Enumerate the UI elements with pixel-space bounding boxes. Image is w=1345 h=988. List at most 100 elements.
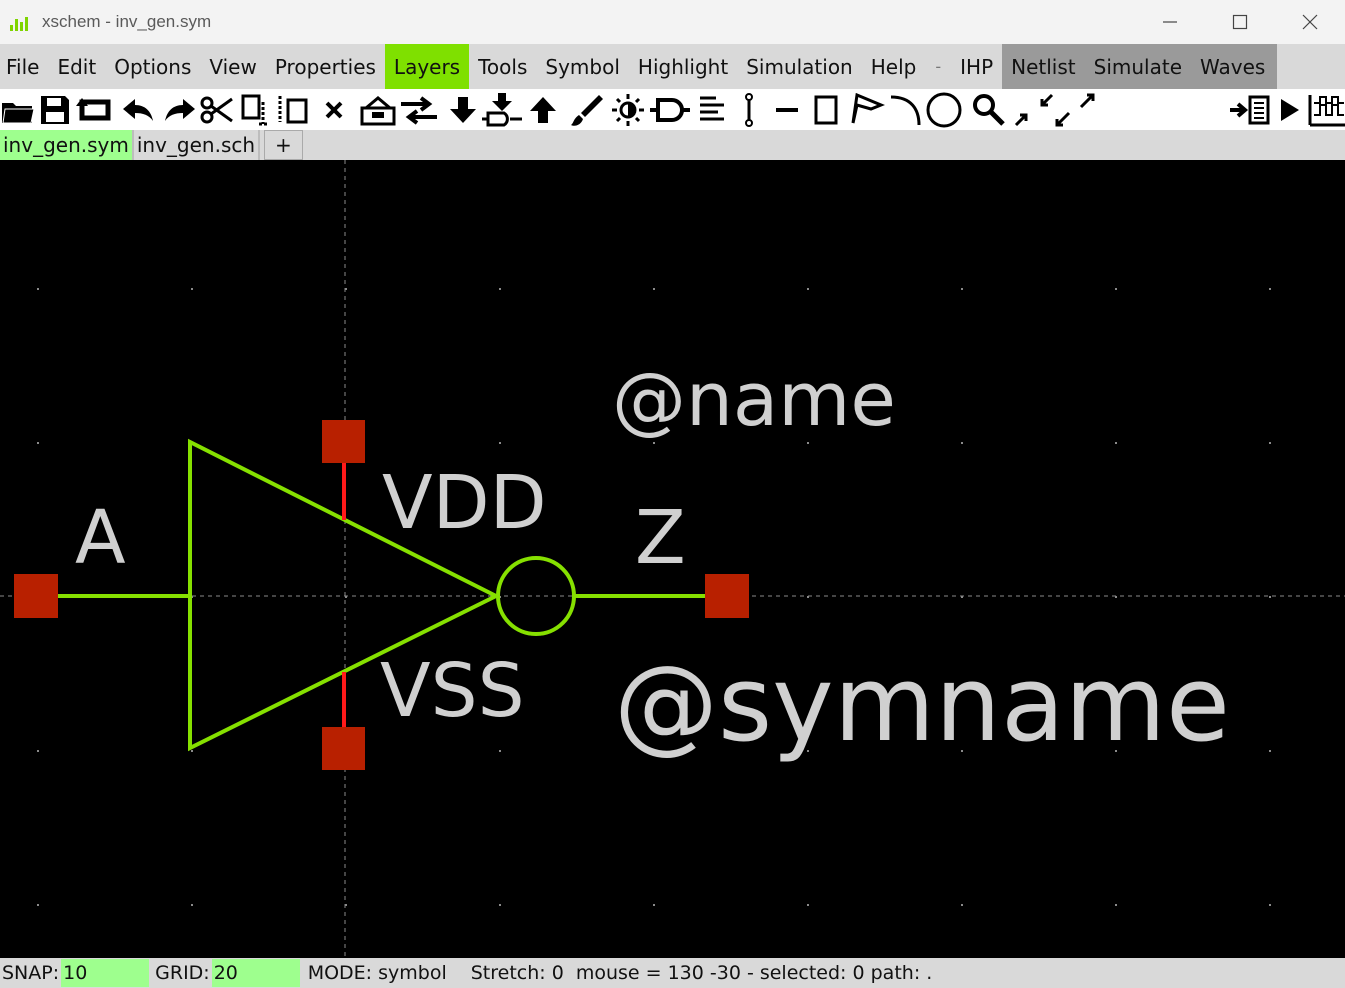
menu-symbol[interactable]: Symbol bbox=[536, 44, 629, 89]
rect-icon[interactable] bbox=[810, 93, 842, 127]
schematic-drawing[interactable]: A Z VDD VSS @name @symname bbox=[0, 160, 1345, 958]
save-icon[interactable] bbox=[37, 93, 73, 127]
paint-brush-icon[interactable] bbox=[567, 93, 607, 127]
close-icon[interactable] bbox=[1275, 0, 1345, 44]
simulate-icon[interactable] bbox=[1274, 93, 1304, 127]
ascend-icon[interactable] bbox=[526, 93, 560, 127]
align-icon[interactable] bbox=[694, 93, 728, 127]
wire-icon[interactable] bbox=[735, 93, 763, 127]
waves-button[interactable]: Waves bbox=[1191, 44, 1278, 89]
name-attribute-label[interactable]: @name bbox=[612, 357, 896, 443]
pin-a-label[interactable]: A bbox=[75, 495, 126, 581]
snap-input[interactable]: 10 bbox=[61, 959, 150, 987]
push-icon[interactable] bbox=[358, 93, 398, 127]
grid-dot bbox=[499, 904, 501, 906]
grid-dot bbox=[807, 904, 809, 906]
grid-dot bbox=[961, 904, 963, 906]
grid-dot bbox=[1269, 288, 1271, 290]
menu-separator[interactable]: - bbox=[925, 44, 951, 89]
insert-pin-icon[interactable] bbox=[650, 93, 690, 127]
pin-vss-box[interactable] bbox=[322, 727, 365, 770]
menu-view[interactable]: View bbox=[200, 44, 265, 89]
arc-icon[interactable] bbox=[888, 93, 924, 127]
grid-dot bbox=[1115, 904, 1117, 906]
line-icon[interactable] bbox=[772, 93, 802, 127]
grid-dot bbox=[1269, 904, 1271, 906]
open-folder-icon[interactable] bbox=[0, 93, 36, 127]
grid-dot bbox=[191, 288, 193, 290]
mode-status: MODE: symbol bbox=[307, 962, 447, 984]
cut-icon[interactable] bbox=[199, 93, 235, 127]
menu-help[interactable]: Help bbox=[862, 44, 926, 89]
add-tab-button[interactable]: + bbox=[264, 130, 303, 160]
grid-dot bbox=[653, 288, 655, 290]
menu-options[interactable]: Options bbox=[105, 44, 200, 89]
grid-label: GRID: bbox=[155, 962, 210, 984]
minimize-icon[interactable] bbox=[1135, 0, 1205, 44]
grid-dot bbox=[37, 442, 39, 444]
symname-attribute-label[interactable]: @symname bbox=[614, 643, 1230, 765]
redo-icon[interactable] bbox=[160, 93, 198, 127]
grid-dot bbox=[499, 288, 501, 290]
descend-symbol-icon[interactable] bbox=[482, 93, 522, 127]
menu-simulation[interactable]: Simulation bbox=[737, 44, 862, 89]
menu-layers[interactable]: Layers bbox=[384, 44, 470, 89]
stretch-status: Stretch: 0 bbox=[470, 962, 564, 984]
tab-inv-gen-sym[interactable]: inv_gen.sym bbox=[0, 130, 134, 160]
menu-edit[interactable]: Edit bbox=[48, 44, 105, 89]
menu-ihp[interactable]: IHP bbox=[951, 44, 1002, 89]
grid-dot bbox=[807, 288, 809, 290]
zoom-icon[interactable] bbox=[970, 93, 1008, 127]
menu-properties[interactable]: Properties bbox=[266, 44, 385, 89]
maximize-icon[interactable] bbox=[1205, 0, 1275, 44]
grid-input[interactable]: 20 bbox=[211, 959, 300, 987]
pin-z-box[interactable] bbox=[705, 574, 749, 618]
snap-label: SNAP: bbox=[2, 962, 60, 984]
zoom-in-icon[interactable] bbox=[1014, 93, 1054, 127]
grid-dot bbox=[499, 442, 501, 444]
pin-a-box[interactable] bbox=[14, 574, 58, 618]
pin-vdd-label[interactable]: VDD bbox=[382, 460, 547, 546]
grid-dot bbox=[1115, 442, 1117, 444]
menu-file[interactable]: File bbox=[0, 44, 48, 89]
netlist-icon[interactable] bbox=[1229, 93, 1271, 127]
schematic-canvas[interactable]: A Z VDD VSS @name @symname bbox=[0, 160, 1345, 958]
mouse-status: mouse = 130 -30 - selected: 0 path: . bbox=[575, 962, 933, 984]
zoom-full-icon[interactable] bbox=[1055, 93, 1095, 127]
grid-dot bbox=[191, 750, 193, 752]
grid-dot bbox=[1269, 442, 1271, 444]
swap-icon[interactable] bbox=[399, 93, 439, 127]
grid-dot bbox=[37, 750, 39, 752]
copy-icon[interactable] bbox=[236, 93, 272, 127]
reload-icon[interactable] bbox=[75, 93, 115, 127]
pin-vdd-box[interactable] bbox=[322, 420, 365, 463]
move-icon[interactable] bbox=[275, 93, 313, 127]
grid-dot bbox=[37, 904, 39, 906]
pin-vss-label[interactable]: VSS bbox=[380, 648, 525, 734]
xschem-logo-icon bbox=[10, 13, 36, 31]
menu-bar: File Edit Options View Properties Layers… bbox=[0, 44, 1345, 89]
grid-dot bbox=[653, 904, 655, 906]
delete-icon[interactable] bbox=[318, 93, 350, 127]
netlist-button[interactable]: Netlist bbox=[1002, 44, 1085, 89]
grid-dot bbox=[1269, 750, 1271, 752]
undo-icon[interactable] bbox=[120, 93, 158, 127]
menu-highlight[interactable]: Highlight bbox=[629, 44, 737, 89]
tab-inv-gen-sch[interactable]: inv_gen.sch bbox=[133, 130, 261, 160]
grid-dot bbox=[961, 442, 963, 444]
grid-dot bbox=[1115, 288, 1117, 290]
highlight-icon[interactable] bbox=[608, 93, 648, 127]
grid-dot bbox=[961, 288, 963, 290]
window-title: xschem - inv_gen.sym bbox=[42, 12, 212, 31]
polygon-icon[interactable] bbox=[846, 93, 886, 127]
descend-icon[interactable] bbox=[446, 93, 480, 127]
circle-icon[interactable] bbox=[924, 92, 964, 128]
status-bar: SNAP: 10 GRID: 20 MODE: symbol Stretch: … bbox=[0, 958, 1345, 988]
tab-bar: inv_gen.sym inv_gen.sch + bbox=[0, 130, 1345, 160]
waves-icon[interactable] bbox=[1308, 93, 1345, 127]
pin-z-label[interactable]: Z bbox=[635, 495, 686, 581]
title-bar: xschem - inv_gen.sym bbox=[0, 0, 1345, 44]
menu-tools[interactable]: Tools bbox=[469, 44, 536, 89]
simulate-button[interactable]: Simulate bbox=[1084, 44, 1191, 89]
toolbar bbox=[0, 89, 1345, 130]
